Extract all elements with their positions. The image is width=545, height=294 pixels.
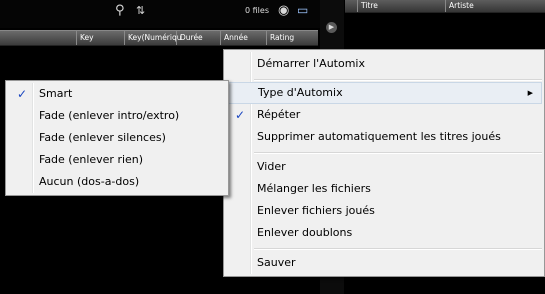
column-title[interactable]: Titre: [357, 0, 445, 12]
submenu-item-back-to-back[interactable]: Aucun (dos-a-dos): [8, 171, 226, 193]
menu-item-remove-played[interactable]: Enlever fichiers joués: [226, 200, 542, 222]
play-icon[interactable]: ▶: [326, 22, 337, 33]
files-count: 0 files: [245, 6, 269, 15]
menu-item-remove-duplicates[interactable]: Enlever doublons: [226, 222, 542, 244]
column-key[interactable]: Key: [76, 31, 124, 45]
column-artist[interactable]: Artiste: [445, 0, 545, 12]
checkmark-icon: ✓: [16, 87, 28, 101]
column-year[interactable]: Année: [220, 31, 266, 45]
menu-separator: [254, 79, 542, 81]
submenu-item-smart[interactable]: ✓ Smart: [8, 83, 226, 105]
submenu-arrow-icon: ▶: [527, 89, 533, 97]
menu-item-shuffle[interactable]: Mélanger les fichiers: [226, 178, 542, 200]
menu-item-start-automix[interactable]: Démarrer l'Automix: [226, 53, 542, 75]
filter-icon[interactable]: ⇅: [136, 4, 145, 17]
search-icon[interactable]: ⚲: [115, 4, 125, 17]
column-duration[interactable]: Durée: [176, 31, 220, 45]
toolbar: ⚲ ⇅ 0 files ◉ ▭: [0, 0, 320, 28]
column-key-numeric[interactable]: Key(Numériqu: [124, 31, 182, 45]
checkmark-icon: ✓: [234, 108, 246, 122]
column-header: Key Key(Numériqu Durée Année Rating: [0, 30, 318, 46]
submenu-item-fade-intro-outro[interactable]: Fade (enlever intro/extro): [8, 105, 226, 127]
menu-item-auto-remove-played[interactable]: Supprimer automatiquement les titres jou…: [226, 126, 542, 148]
monitor-icon[interactable]: ▭: [297, 4, 308, 17]
automix-type-submenu: ✓ Smart Fade (enlever intro/extro) Fade …: [5, 80, 229, 196]
menu-item-clear[interactable]: Vider: [226, 156, 542, 178]
automix-context-menu: Démarrer l'Automix Type d'Automix ▶ ✓ Ré…: [223, 49, 545, 277]
submenu-item-fade-nothing[interactable]: Fade (enlever rien): [8, 149, 226, 171]
menu-item-repeat[interactable]: ✓ Répéter: [226, 104, 542, 126]
automix-header: Titre Artiste: [345, 0, 545, 13]
menu-separator: [254, 248, 542, 250]
submenu-item-fade-silences[interactable]: Fade (enlever silences): [8, 127, 226, 149]
menu-item-automix-type[interactable]: Type d'Automix ▶: [226, 82, 542, 104]
column-rating[interactable]: Rating: [266, 31, 318, 45]
menu-separator: [254, 152, 542, 154]
menu-item-save[interactable]: Sauver: [226, 252, 542, 274]
view-icon[interactable]: ◉: [278, 4, 289, 17]
